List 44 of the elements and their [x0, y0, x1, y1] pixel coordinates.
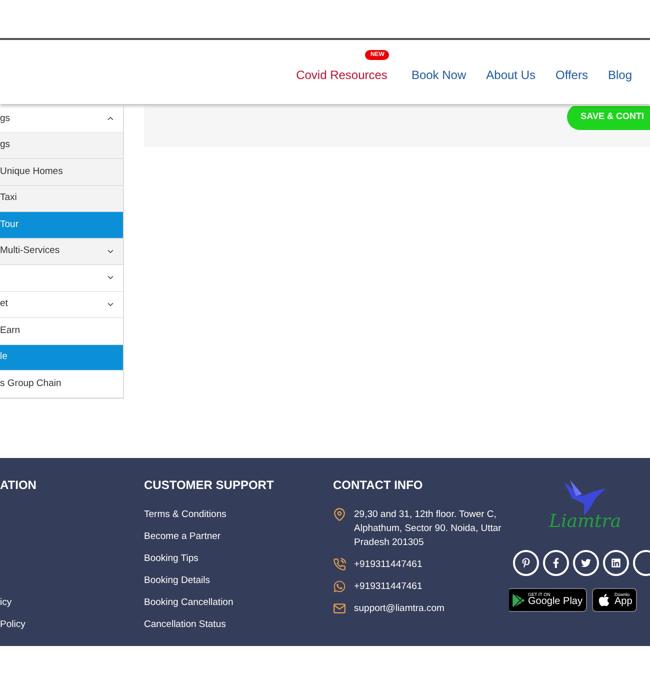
whatsapp-icon — [333, 580, 346, 593]
contact-text: +919311447461 — [354, 558, 424, 572]
linkedin-icon — [611, 558, 621, 568]
footer-heading: CUSTOMER SUPPORT — [144, 477, 275, 494]
footer-link[interactable]: Booking Cancellation — [144, 596, 234, 610]
sidebar-item[interactable]: gs — [0, 132, 123, 159]
pinterest-icon — [521, 558, 531, 568]
nav-link[interactable]: Blog — [598, 60, 642, 84]
play-icon — [512, 594, 525, 606]
sidebar-item[interactable]: Taxi — [0, 186, 123, 212]
contact-text: 29,30 and 31, 12th floor. Tower C, Alphathum, Sector 90. Noida, Uttar Pradesh 201305 — [354, 508, 502, 550]
nav-link[interactable]: About Us — [476, 60, 546, 84]
phone-icon — [333, 558, 346, 571]
footer-link[interactable]: Become a Partner — [144, 530, 221, 544]
nav-link[interactable]: Covid Resources — [286, 60, 398, 84]
badge-title: Google Play — [528, 597, 582, 608]
nav-link[interactable]: Offers — [546, 60, 598, 84]
twitter-icon — [581, 558, 591, 568]
footer-heading: CONTACT INFO — [333, 477, 424, 494]
sidebar-item[interactable]: le — [0, 344, 123, 371]
footer-link[interactable]: Terms & Conditions — [144, 508, 226, 522]
footer-link[interactable]: icy — [0, 596, 12, 610]
sidebar-item[interactable]: Unique Homes — [0, 159, 123, 186]
contact-text: +919311447461 — [354, 580, 424, 594]
badge-title: App — [614, 597, 632, 608]
contact-text: support@liamtra.com — [354, 602, 446, 616]
apple-icon — [597, 593, 612, 607]
footer-link[interactable]: Cancellation Status — [144, 618, 226, 632]
logo-text: Liamtra — [549, 512, 622, 532]
social-button[interactable] — [543, 550, 569, 576]
social-button[interactable] — [603, 550, 629, 576]
map-pin-icon — [333, 508, 346, 521]
sidebar-item[interactable]: Multi-Services — [0, 238, 123, 265]
social-button[interactable] — [573, 550, 599, 576]
mail-icon — [333, 602, 346, 615]
nav-link[interactable]: Book Now — [401, 60, 476, 84]
facebook-icon — [551, 558, 561, 568]
footer-link[interactable]: Policy — [0, 618, 26, 632]
sidebar-item[interactable]: Tour — [0, 212, 123, 238]
footer-link[interactable]: Booking Tips — [144, 552, 198, 566]
social-button[interactable] — [513, 550, 539, 576]
footer-heading: ATION — [0, 477, 38, 494]
footer-link[interactable]: Booking Details — [144, 574, 210, 588]
sidebar-item[interactable]: et — [0, 292, 123, 318]
